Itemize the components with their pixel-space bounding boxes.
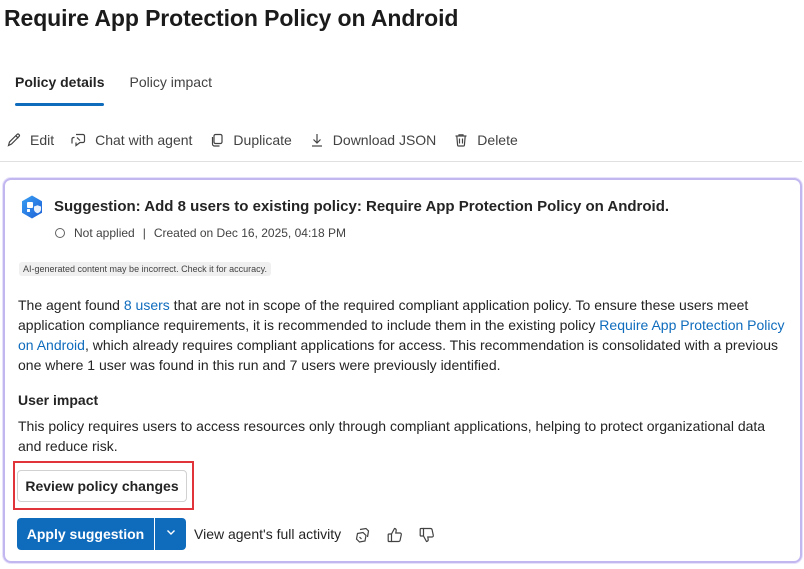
edit-label: Edit xyxy=(30,132,55,148)
suggestion-description: The agent found 8 users that are not in … xyxy=(18,295,788,375)
apply-suggestion-split-button: Apply suggestion xyxy=(17,518,186,550)
thumbs-up-icon[interactable] xyxy=(386,526,404,544)
download-label: Download JSON xyxy=(332,132,437,148)
description-text-3: , which already requires compliant appli… xyxy=(18,337,779,373)
tab-policy-impact[interactable]: Policy impact xyxy=(129,74,211,106)
download-icon xyxy=(309,132,325,148)
separator: | xyxy=(142,226,146,240)
toolbar: Edit Chat with agent Duplicate Download … xyxy=(6,132,535,148)
chat-with-agent-button[interactable]: Chat with agent xyxy=(71,132,192,148)
tab-list: Policy details Policy impact xyxy=(15,74,212,106)
page-title: Require App Protection Policy on Android xyxy=(4,5,459,31)
view-agent-activity-link[interactable]: View agent's full activity xyxy=(194,526,341,542)
delete-button[interactable]: Delete xyxy=(453,132,518,148)
pencil-icon xyxy=(6,132,22,148)
users-link[interactable]: 8 users xyxy=(124,297,170,313)
user-impact-heading: User impact xyxy=(18,392,99,408)
copy-icon xyxy=(209,132,225,148)
copy-icon[interactable] xyxy=(354,526,372,544)
download-json-button[interactable]: Download JSON xyxy=(309,132,437,148)
apply-suggestion-button[interactable]: Apply suggestion xyxy=(17,518,154,550)
apply-options-dropdown[interactable] xyxy=(154,518,186,550)
status-circle-icon xyxy=(55,228,65,238)
user-impact-text: This policy requires users to access res… xyxy=(18,418,766,454)
review-policy-changes-button[interactable]: Review policy changes xyxy=(17,470,187,502)
created-date: Created on Dec 16, 2025, 04:18 PM xyxy=(153,226,346,240)
toolbar-divider xyxy=(0,161,802,162)
trash-icon xyxy=(453,132,469,148)
duplicate-label: Duplicate xyxy=(233,132,292,148)
agent-chat-icon xyxy=(71,132,87,148)
thumbs-down-icon[interactable] xyxy=(418,526,436,544)
shield-app-icon xyxy=(19,194,45,220)
duplicate-button[interactable]: Duplicate xyxy=(209,132,292,148)
suggestion-card: Suggestion: Add 8 users to existing poli… xyxy=(3,178,802,563)
edit-button[interactable]: Edit xyxy=(6,132,54,148)
suggestion-title: Suggestion: Add 8 users to existing poli… xyxy=(54,198,670,215)
tab-policy-details[interactable]: Policy details xyxy=(15,74,105,106)
chat-label: Chat with agent xyxy=(95,132,193,148)
description-text-1: The agent found xyxy=(18,297,124,313)
suggestion-status-row: Not applied | Created on Dec 16, 2025, 0… xyxy=(55,226,346,240)
status-text: Not applied xyxy=(74,226,135,240)
chevron-down-icon xyxy=(165,525,177,543)
ai-disclaimer-badge: AI-generated content may be incorrect. C… xyxy=(19,262,271,276)
delete-label: Delete xyxy=(477,132,518,148)
